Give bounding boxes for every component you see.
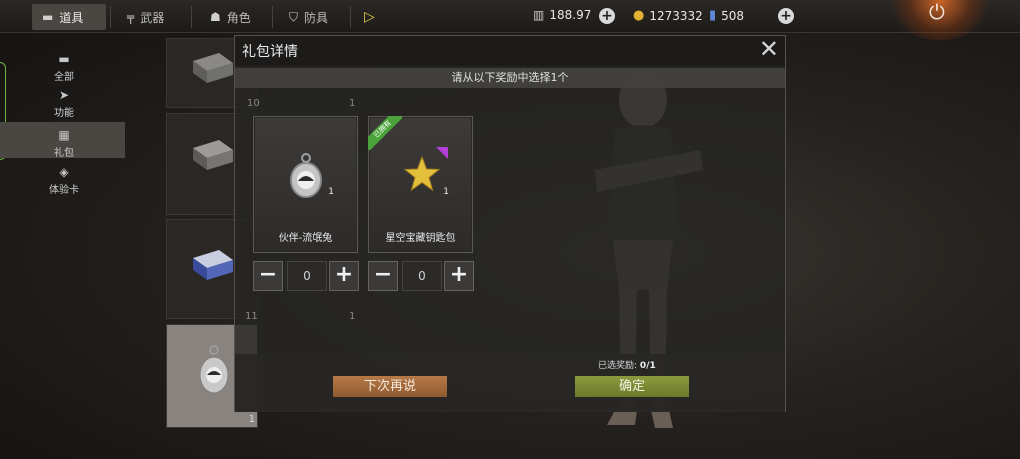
play-arrow-icon: ▷ (364, 9, 375, 25)
owned-label: 已拥有 (368, 116, 402, 150)
all-icon: ▬ (58, 52, 70, 66)
crate-icon (193, 250, 233, 280)
ticket-value: 508 (721, 8, 745, 23)
category-all-label: 全部 (54, 72, 74, 83)
gift-detail-dialog: 礼包详情 ✕ 请从以下奖励中选择1个 10 1 11 1 1 伙伴-流氓兔 已拥… (234, 35, 786, 412)
tab-divider (350, 6, 351, 28)
dialog-header: 礼包详情 ✕ (235, 36, 785, 66)
category-trial-card[interactable]: ◈ 体验卡 (40, 165, 88, 196)
ticket-icon: ▮ (709, 8, 717, 23)
close-icon[interactable]: ✕ (759, 37, 779, 61)
ticket-currency: ▮ 508 (709, 8, 744, 23)
owned-ribbon: 已拥有 (368, 116, 402, 150)
character-icon: ☗ (210, 10, 221, 24)
tab-divider (110, 6, 111, 28)
energy-currency: ▥ 188.97 (533, 8, 591, 22)
reward-name: 伙伴-流氓兔 (278, 233, 333, 244)
tab-divider (191, 6, 192, 28)
function-icon: ➤ (58, 88, 70, 102)
reward-count: 1 (328, 187, 334, 197)
tab-items[interactable]: ▬ 道具 (32, 4, 106, 30)
star-icon (403, 155, 441, 192)
crate-icon (193, 53, 233, 83)
power-icon[interactable]: ⏻ (929, 0, 945, 24)
tab-armor[interactable]: ⛉ 防具 (279, 4, 349, 30)
energy-value: 188.97 (549, 8, 592, 22)
gift-icon: ▦ (58, 128, 70, 142)
ghost-number: 1 (349, 98, 356, 109)
crate-icon (193, 140, 233, 170)
decrease-button[interactable]: − (368, 261, 398, 291)
energy-icon: ▥ (533, 8, 545, 22)
instruction-bar: 请从以下奖励中选择1个 (235, 68, 785, 88)
reward-card-partner[interactable]: 1 伙伴-流氓兔 (253, 116, 358, 253)
reward-count: 1 (443, 187, 449, 197)
ghost-number: 11 (245, 311, 258, 322)
category-gift-label: 礼包 (54, 148, 74, 159)
selected-label: 已选奖励: (598, 361, 638, 371)
selected-value: 0/1 (639, 361, 656, 371)
decrease-button[interactable]: − (253, 261, 283, 291)
instruction-text: 请从以下奖励中选择1个 (451, 71, 569, 84)
add-energy-button[interactable]: + (599, 8, 615, 24)
tab-divider (272, 6, 273, 28)
item-icon: ▬ (42, 10, 54, 24)
dog-tag-icon (290, 153, 322, 198)
ghost-number: 10 (247, 98, 260, 109)
tab-armor-label: 防具 (304, 10, 329, 25)
gun-icon: ╤ (127, 10, 135, 24)
category-function[interactable]: ➤ 功能 (40, 88, 88, 119)
quantity-value[interactable]: 0 (402, 261, 442, 291)
category-gift[interactable]: ▦ 礼包 (0, 122, 125, 159)
tab-characters[interactable]: ☗ 角色 (200, 4, 270, 30)
card-icon: ◈ (59, 165, 69, 179)
quantity-value[interactable]: 0 (287, 261, 327, 291)
coin-icon: ● (633, 8, 645, 23)
coin-currency: ● 1273332 (633, 8, 703, 23)
category-function-label: 功能 (54, 108, 74, 119)
category-trial-card-label: 体验卡 (49, 185, 79, 196)
ghost-number: 1 (349, 311, 356, 322)
add-ticket-button[interactable]: + (778, 8, 794, 24)
coin-value: 1273332 (649, 8, 703, 23)
play-tab[interactable]: ▷ (354, 4, 384, 30)
tab-characters-label: 角色 (226, 10, 251, 25)
confirm-button[interactable]: 确定 (575, 376, 689, 397)
tab-weapons[interactable]: ╤ 武器 (117, 4, 187, 30)
reward-card-star-key[interactable]: 已拥有 1 星空宝藏钥匙包 (368, 116, 473, 253)
reward-name: 星空宝藏钥匙包 (385, 233, 456, 244)
top-bar: ▬ 道具 ╤ 武器 ☗ 角色 ⛉ 防具 ▷ ▥ 188.97 + ● 12733… (0, 0, 1020, 33)
category-all[interactable]: ▬ 全部 (40, 52, 88, 83)
selected-status: 已选奖励: 0/1 (598, 358, 656, 371)
increase-button[interactable]: + (329, 261, 359, 291)
dialog-title: 礼包详情 (242, 44, 298, 60)
slot-count: 1 (248, 414, 255, 425)
increase-button[interactable]: + (444, 261, 474, 291)
later-button[interactable]: 下次再说 (333, 376, 447, 397)
dog-tag-icon (199, 345, 229, 394)
tab-items-label: 道具 (59, 10, 84, 25)
dialog-footer: 已选奖励: 0/1 下次再说 确定 (235, 354, 785, 412)
tab-weapons-label: 武器 (140, 10, 165, 25)
shield-icon: ⛉ (289, 9, 299, 24)
